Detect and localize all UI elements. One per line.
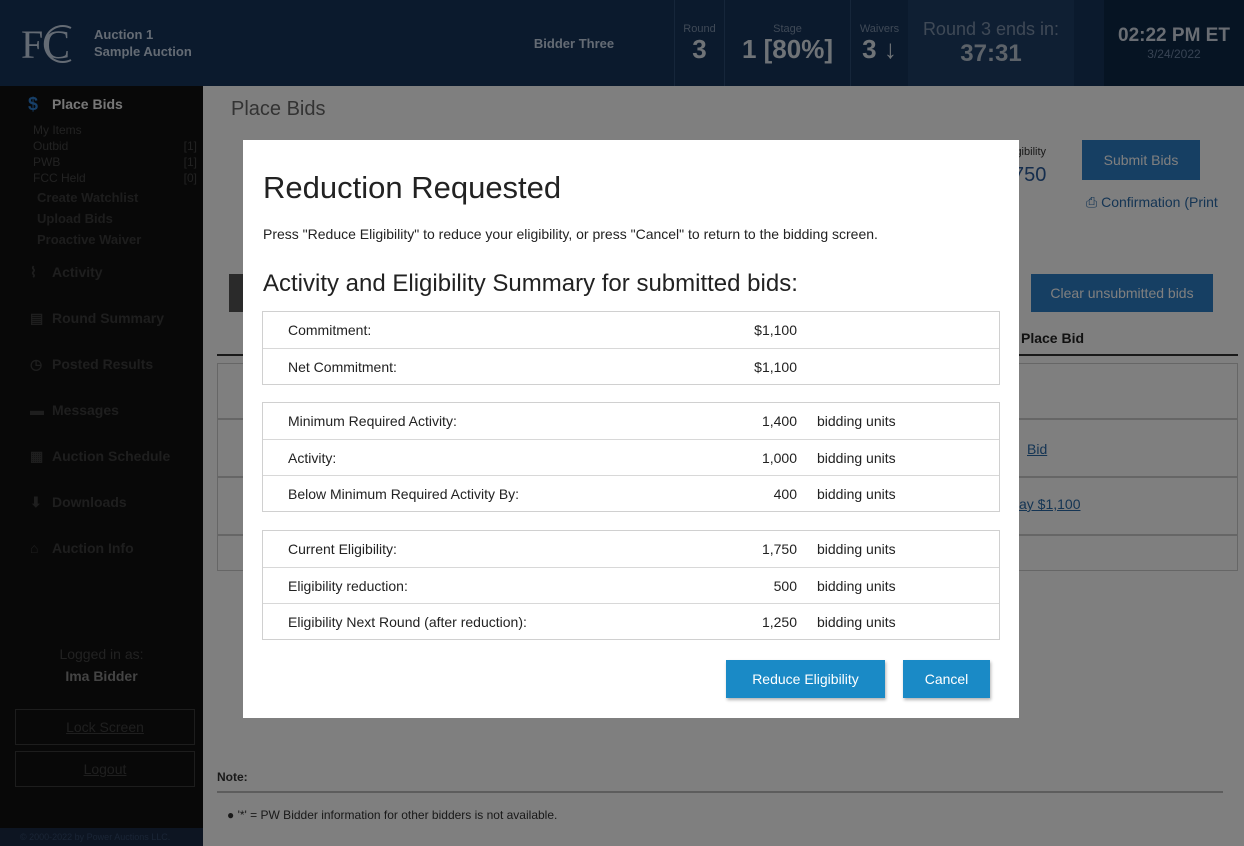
summary-row: Net Commitment: $1,100 [263,348,999,384]
summary-label: Below Minimum Required Activity By: [288,485,520,502]
cancel-button[interactable]: Cancel [903,660,990,698]
summary-value: 400 [773,485,797,502]
summary-row: Current Eligibility: 1,750 bidding units [263,531,999,567]
summary-unit: bidding units [817,449,896,466]
summary-row: Minimum Required Activity: 1,400 bidding… [263,403,999,439]
summary-row: Eligibility reduction: 500 bidding units [263,567,999,603]
summary-value: 1,750 [761,541,797,557]
reduction-modal: Reduction Requested Press "Reduce Eligib… [243,140,1019,718]
summary-unit: bidding units [817,577,896,594]
summary-value: 1,250 [761,613,797,630]
summary-row: Commitment: $1,100 [263,312,999,348]
reduce-eligibility-button[interactable]: Reduce Eligibility [726,660,885,698]
modal-title: Reduction Requested [263,170,562,205]
summary-value: $1,100 [754,322,797,338]
summary-label: Commitment: [288,322,372,338]
summary-unit: bidding units [817,541,896,557]
summary-row: Below Minimum Required Activity By: 400 … [263,475,999,511]
summary-value: $1,100 [754,358,797,375]
summary-value: 1,400 [761,413,797,429]
eligibility-summary: Current Eligibility: 1,750 bidding units… [262,530,1000,640]
summary-value: 1,000 [761,449,797,466]
summary-unit: bidding units [817,485,896,502]
summary-unit: bidding units [817,613,896,630]
summary-label: Minimum Required Activity: [288,413,457,429]
modal-subtitle: Activity and Eligibility Summary for sub… [263,270,798,297]
summary-row: Eligibility Next Round (after reduction)… [263,603,999,639]
activity-summary: Minimum Required Activity: 1,400 bidding… [262,402,1000,512]
summary-label: Net Commitment: [288,358,397,375]
summary-row: Activity: 1,000 bidding units [263,439,999,475]
summary-label: Current Eligibility: [288,541,397,557]
summary-label: Eligibility reduction: [288,577,408,594]
summary-label: Eligibility Next Round (after reduction)… [288,613,527,630]
summary-label: Activity: [288,449,337,466]
modal-description: Press "Reduce Eligibility" to reduce you… [263,226,878,242]
summary-unit: bidding units [817,413,896,429]
summary-value: 500 [773,577,797,594]
commitment-summary: Commitment: $1,100 Net Commitment: $1,10… [262,311,1000,385]
